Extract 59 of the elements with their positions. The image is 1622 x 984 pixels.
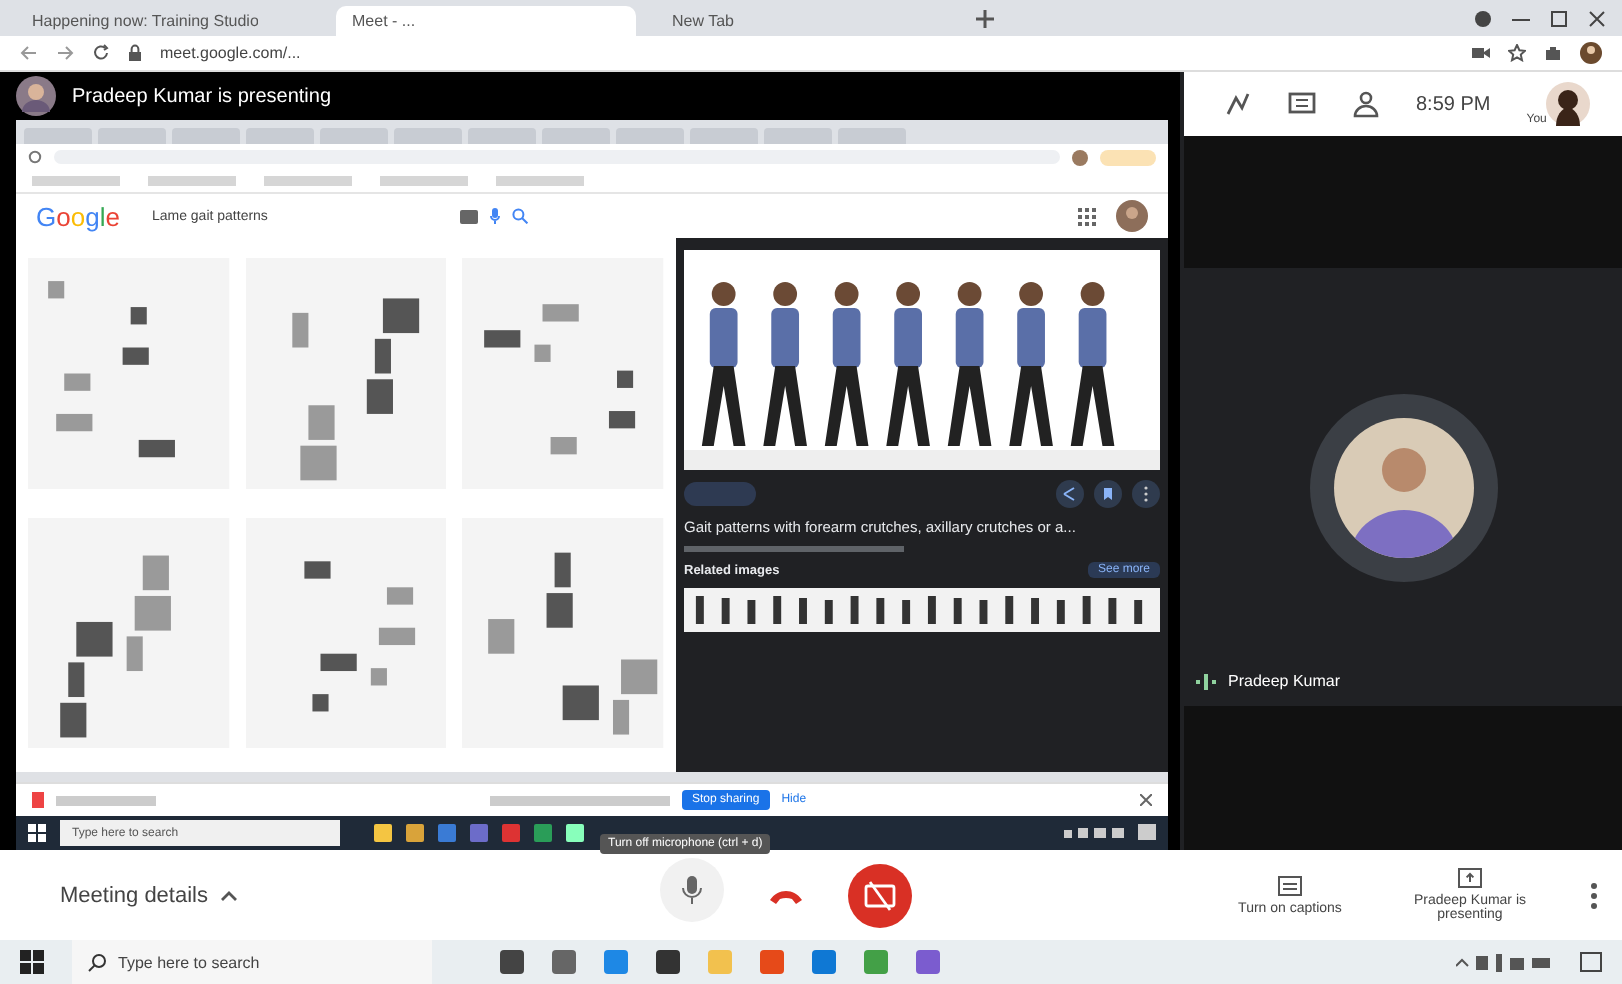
reload-icon[interactable]: [28, 150, 42, 164]
meeting-time: 8:59 PM: [1416, 93, 1491, 115]
more-icon[interactable]: [1132, 480, 1160, 508]
presenter-title: Pradeep Kumar is presenting: [72, 85, 332, 107]
maximize-icon[interactable]: [1550, 9, 1568, 27]
close-icon[interactable]: [1588, 9, 1606, 27]
keyboard-icon[interactable]: [459, 209, 478, 223]
bookmark-icon[interactable]: [1094, 480, 1122, 508]
chevron-up-icon: [220, 889, 238, 901]
forward-icon[interactable]: [56, 44, 74, 62]
chat-icon[interactable]: [1288, 90, 1316, 118]
microphone-icon[interactable]: [489, 208, 500, 224]
back-icon[interactable]: [20, 44, 38, 62]
app-icon[interactable]: [656, 950, 680, 974]
tray-icon[interactable]: [1456, 953, 1552, 971]
browser-tab[interactable]: New Tab: [656, 6, 956, 36]
share-icon[interactable]: [1056, 480, 1084, 508]
camera-icon[interactable]: [1472, 44, 1490, 62]
search-icon: [88, 953, 106, 971]
avatar-icon: [16, 76, 56, 116]
app-icon[interactable]: [916, 950, 940, 974]
present-icon[interactable]: [848, 863, 912, 927]
meeting-details-button[interactable]: Meeting details: [60, 883, 660, 907]
captions-icon: [1278, 875, 1302, 895]
reload-icon[interactable]: [92, 44, 110, 62]
app-icon[interactable]: [604, 950, 628, 974]
activities-icon[interactable]: [1224, 90, 1252, 118]
participant-name: Pradeep Kumar: [1228, 672, 1341, 690]
app-icon[interactable]: [812, 950, 836, 974]
app-icon[interactable]: [500, 950, 524, 974]
notification-icon[interactable]: [1580, 951, 1602, 973]
more-icon[interactable]: [1590, 881, 1598, 909]
windows-icon[interactable]: [28, 824, 46, 842]
star-icon[interactable]: [1508, 44, 1526, 62]
avatar-icon: [1309, 393, 1497, 581]
profile-icon[interactable]: [1474, 9, 1492, 27]
people-icon[interactable]: [1352, 90, 1380, 118]
present-screen-icon: [1458, 868, 1482, 888]
tray-icon[interactable]: [1064, 826, 1124, 840]
app-icon[interactable]: [552, 950, 576, 974]
app-icon[interactable]: [760, 950, 784, 974]
address-text[interactable]: meet.google.com/...: [160, 44, 301, 62]
browser-tab[interactable]: Happening now: Training Studio: [16, 6, 316, 36]
avatar-icon[interactable]: [1546, 82, 1591, 126]
search-field[interactable]: Type here to search: [72, 940, 432, 984]
hang-up-icon[interactable]: [768, 885, 804, 905]
microphone-icon[interactable]: [660, 858, 724, 922]
windows-icon[interactable]: [20, 950, 44, 974]
apps-icon[interactable]: [1078, 207, 1096, 225]
file-icon: [32, 792, 44, 808]
audio-icon: [1196, 673, 1216, 689]
close-icon[interactable]: [1140, 794, 1153, 806]
browser-tab[interactable]: Meet - ...: [336, 6, 636, 36]
plus-icon[interactable]: [976, 9, 994, 27]
avatar-icon[interactable]: [1580, 42, 1602, 64]
google-logo[interactable]: Google: [36, 201, 120, 231]
lock-icon: [128, 44, 142, 62]
search-icon[interactable]: [511, 208, 528, 224]
notification-icon[interactable]: [1138, 824, 1156, 842]
